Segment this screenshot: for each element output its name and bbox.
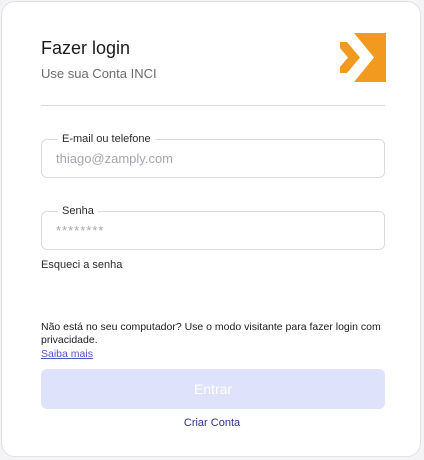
login-card: Fazer login Use sua Conta INCI E-mail ou…	[1, 1, 421, 457]
forgot-password-link[interactable]: Esqueci a senha	[41, 259, 122, 271]
password-input[interactable]	[56, 212, 366, 249]
page-title: Fazer login	[41, 38, 131, 58]
email-input[interactable]	[56, 140, 366, 177]
inci-logo-icon	[340, 33, 386, 82]
create-account-link[interactable]: Criar Conta	[2, 417, 422, 429]
login-button[interactable]: Entrar	[41, 369, 385, 409]
header-divider	[41, 105, 385, 106]
guest-mode-message: Não está no seu computador? Use o modo v…	[41, 321, 381, 346]
password-field: Senha	[41, 204, 385, 250]
learn-more-link[interactable]: Saiba mais	[41, 348, 93, 360]
email-field: E-mail ou telefone	[41, 132, 385, 178]
page-subtitle: Use sua Conta INCI	[41, 66, 157, 81]
